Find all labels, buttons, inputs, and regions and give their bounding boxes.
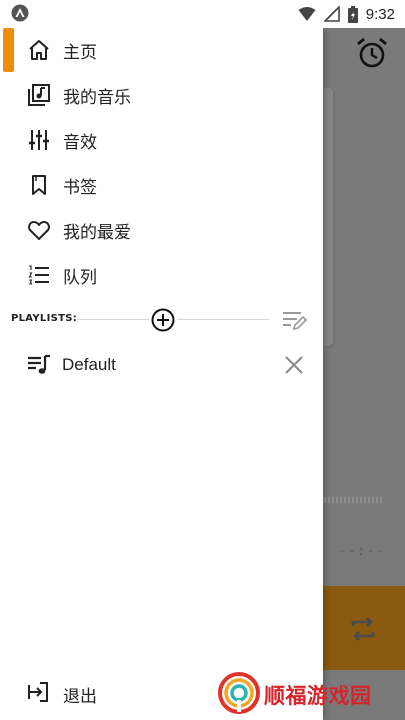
alarm-icon[interactable] [355, 36, 389, 70]
exit-button[interactable]: 退出 [0, 674, 200, 710]
watermark: 顺福游戏园 [216, 670, 401, 716]
divider [78, 319, 150, 320]
queue-icon [26, 262, 52, 288]
exit-label: 退出 [63, 687, 97, 707]
bookmark-icon [26, 172, 52, 198]
playlists-label: PLAYLISTS: [11, 313, 78, 324]
background-time: --:-- [338, 543, 386, 559]
exit-icon [28, 682, 48, 702]
nav-item-label: 音效 [63, 132, 97, 153]
nav-item-label: 队列 [63, 267, 97, 288]
status-bar: 9:32 [0, 0, 405, 28]
background-card [323, 88, 333, 346]
nav-item-label: 我的音乐 [63, 87, 131, 108]
nav-item-home[interactable]: 主页 [0, 28, 323, 72]
playlists-header: PLAYLISTS: [0, 305, 323, 335]
repeat-icon[interactable] [346, 612, 380, 646]
nav-item-sound-effects[interactable]: 音效 [0, 118, 323, 162]
home-icon [26, 37, 52, 63]
music-library-icon [26, 82, 52, 108]
add-playlist-icon[interactable] [150, 307, 176, 333]
wifi-icon [298, 7, 316, 21]
watermark-text: 顺福游戏园 [264, 684, 372, 708]
android-app-icon [11, 4, 29, 22]
playlist-icon [28, 354, 50, 374]
status-time: 9:32 [365, 5, 395, 23]
signal-icon [323, 6, 340, 22]
nav-item-queue[interactable]: 队列 [0, 253, 323, 297]
battery-icon [347, 5, 358, 23]
nav-item-my-music[interactable]: 我的音乐 [0, 73, 323, 117]
playlist-item-default[interactable]: Default [0, 348, 323, 382]
remove-playlist-icon[interactable] [282, 353, 306, 377]
heart-icon [26, 217, 52, 243]
equalizer-icon [26, 127, 52, 153]
nav-item-bookmarks[interactable]: 书签 [0, 163, 323, 207]
nav-item-label: 我的最爱 [63, 222, 131, 243]
progress-track [324, 497, 382, 503]
watermark-logo-icon [218, 672, 260, 714]
navigation-drawer: 主页 我的音乐 音效 书签 我的最爱 队列 PLAYLISTS: Default… [0, 28, 323, 720]
nav-item-label: 主页 [63, 42, 97, 63]
nav-item-favorites[interactable]: 我的最爱 [0, 208, 323, 252]
divider [177, 319, 269, 320]
edit-playlists-icon[interactable] [281, 309, 307, 331]
nav-item-label: 书签 [63, 177, 97, 198]
playlist-label: Default [62, 355, 116, 374]
